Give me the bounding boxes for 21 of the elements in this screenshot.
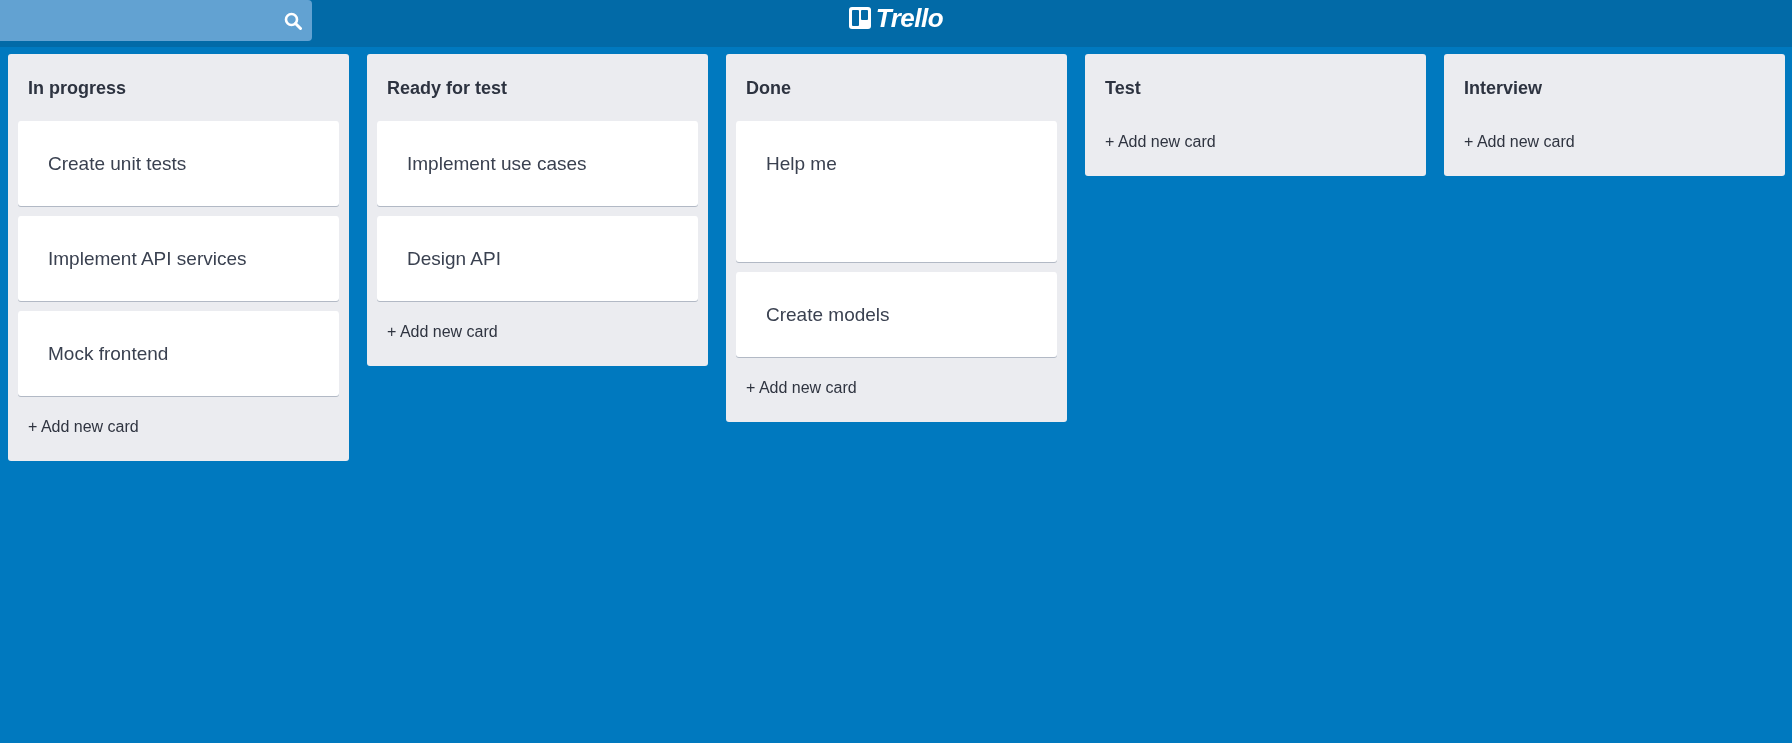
search-icon[interactable] — [284, 11, 302, 30]
task-card[interactable]: Create unit tests — [18, 121, 339, 206]
add-card-link[interactable]: + Add new card — [1464, 132, 1575, 152]
search-field[interactable] — [0, 0, 312, 41]
add-card-link[interactable]: + Add new card — [387, 322, 498, 342]
task-card[interactable]: Create models — [736, 272, 1057, 357]
task-card[interactable]: Implement use cases — [377, 121, 698, 206]
add-card-link[interactable]: + Add new card — [746, 378, 857, 398]
list-title: Interview — [1464, 77, 1543, 100]
board-logo-icon — [848, 7, 871, 29]
add-card-link[interactable]: + Add new card — [1105, 132, 1216, 152]
add-card-link[interactable]: + Add new card — [28, 417, 139, 437]
list-title: In progress — [28, 77, 127, 100]
task-card[interactable]: Mock frontend — [18, 311, 339, 396]
list-title: Test — [1105, 77, 1141, 100]
task-card[interactable]: Design API — [377, 216, 698, 301]
logo-text: Trello — [875, 5, 944, 31]
list-title: Ready for test — [387, 77, 508, 100]
task-card[interactable]: Help me — [736, 121, 1057, 262]
list-title: Done — [746, 77, 791, 100]
task-card[interactable]: Implement API services — [18, 216, 339, 301]
